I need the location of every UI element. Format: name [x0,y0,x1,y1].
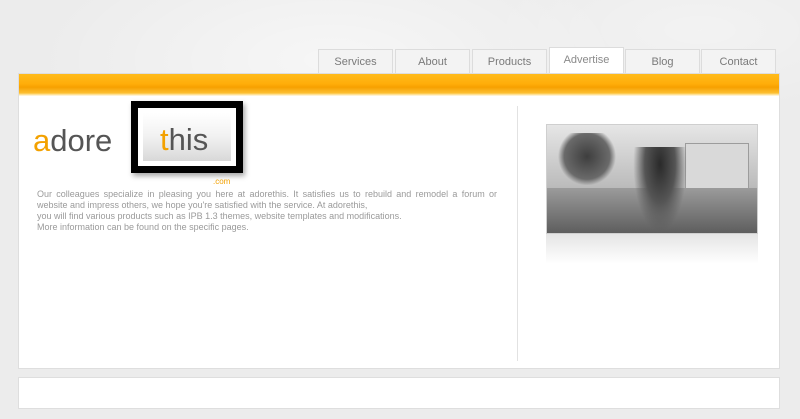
logo-word-adore: adore [33,123,113,158]
tab-about[interactable]: About [395,49,470,73]
tab-advertise[interactable]: Advertise [549,47,624,73]
tab-services[interactable]: Services [318,49,393,73]
photo-reflection [546,234,758,264]
logo-suffix: .com [213,177,231,186]
footer-panel [18,377,780,409]
logo-frame: this [131,101,243,173]
intro-line-2: you will find various products such as I… [37,211,402,221]
intro-line-3: More information can be found on the spe… [37,222,249,232]
logo-word-this: this [160,122,209,157]
header-bar [19,74,779,96]
tab-products[interactable]: Products [472,49,547,73]
column-divider [517,106,518,361]
main-panel: adore this .com Our colleagues specializ… [18,73,780,369]
site-logo[interactable]: adore this .com [33,101,253,191]
intro-line-1: Our colleagues specialize in pleasing yo… [37,189,497,210]
tab-contact[interactable]: Contact [701,49,776,73]
intro-text: Our colleagues specialize in pleasing yo… [37,189,497,233]
tab-blog[interactable]: Blog [625,49,700,73]
featured-photo [546,124,758,234]
